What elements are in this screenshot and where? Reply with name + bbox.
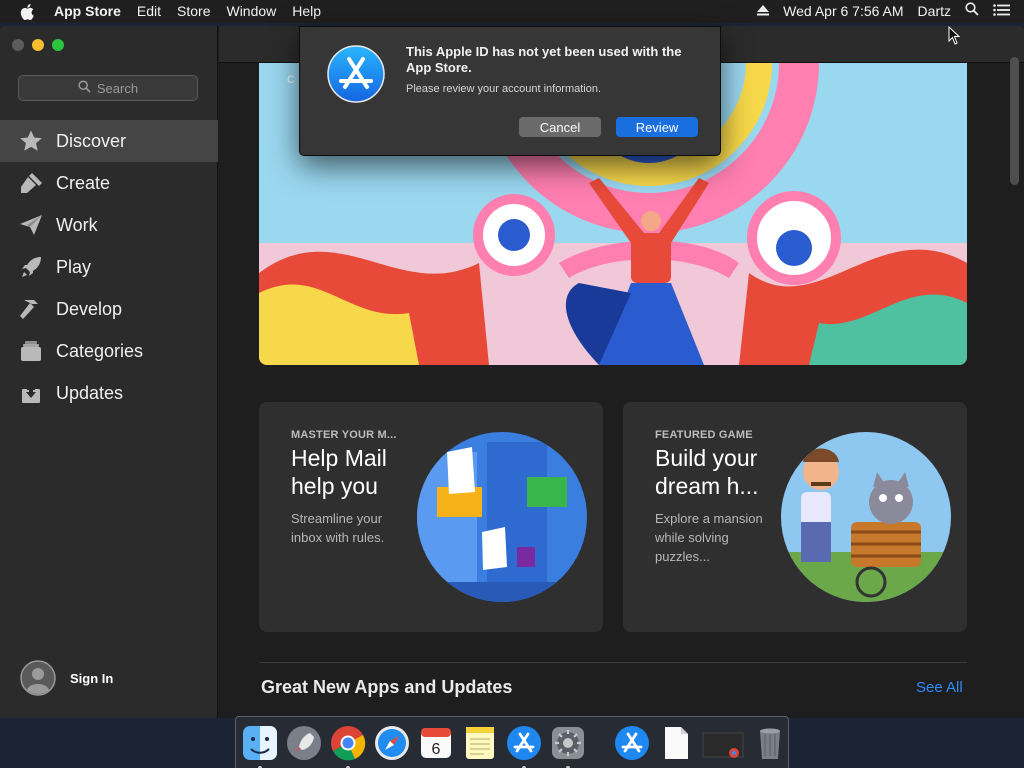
game-artwork xyxy=(781,432,951,602)
sidebar-item-label: Create xyxy=(56,172,111,193)
menu-window[interactable]: Window xyxy=(218,0,284,23)
sidebar-item-create[interactable]: Create xyxy=(0,162,218,204)
sidebar-item-label: Updates xyxy=(56,382,124,403)
apple-id-dialog: This Apple ID has not yet been used with… xyxy=(299,26,721,156)
close-window-button[interactable] xyxy=(12,39,24,51)
mouse-cursor xyxy=(948,25,961,46)
menu-help[interactable]: Help xyxy=(284,0,329,23)
app-store-icon xyxy=(327,45,385,103)
window-controls xyxy=(12,39,64,51)
app-store-download-icon[interactable] xyxy=(614,725,650,761)
rocket-icon xyxy=(18,254,44,280)
card-eyebrow: FEATURED GAME xyxy=(655,429,753,441)
sidebar-item-label: Work xyxy=(56,214,98,235)
dock: 6 xyxy=(235,716,789,768)
sidebar: Search Discover Create Work Play Develop… xyxy=(0,26,218,718)
sign-in-button[interactable]: Sign In xyxy=(20,660,113,696)
svg-text:C: C xyxy=(287,74,295,86)
dialog-message: Please review your account information. xyxy=(406,83,602,95)
sidebar-item-label: Play xyxy=(56,256,92,277)
spotlight-search-icon[interactable] xyxy=(965,0,979,23)
sidebar-nav: Discover Create Work Play Develop Catego… xyxy=(0,120,218,414)
paper-plane-icon xyxy=(18,212,44,238)
menubar-datetime[interactable]: Wed Apr 6 7:56 AM xyxy=(783,0,903,23)
svg-text:6: 6 xyxy=(432,741,441,758)
menubar-user[interactable]: Dartz xyxy=(918,0,951,23)
search-input[interactable]: Search xyxy=(18,75,198,101)
brush-icon xyxy=(18,170,44,196)
sidebar-item-play[interactable]: Play xyxy=(0,246,218,288)
document-icon[interactable] xyxy=(658,725,694,761)
section-title: Great New Apps and Updates xyxy=(261,677,513,697)
download-icon xyxy=(18,380,44,406)
menu-app-name[interactable]: App Store xyxy=(54,0,129,23)
menu-edit[interactable]: Edit xyxy=(129,0,169,23)
hammer-icon xyxy=(18,296,44,322)
sidebar-item-discover[interactable]: Discover xyxy=(0,120,218,162)
trash-icon[interactable] xyxy=(752,725,788,761)
chrome-window-thumbnail-icon[interactable] xyxy=(702,725,744,761)
app-store-dock-icon[interactable] xyxy=(506,725,542,768)
scrollbar-thumb[interactable] xyxy=(1010,57,1019,185)
see-all-link[interactable]: See All xyxy=(916,679,963,696)
sidebar-item-categories[interactable]: Categories xyxy=(0,330,218,372)
search-placeholder: Search xyxy=(96,80,139,96)
menu-bar: App Store Edit Store Window Help Wed Apr… xyxy=(0,0,1024,23)
notes-icon[interactable] xyxy=(462,725,498,761)
sign-in-label: Sign In xyxy=(70,670,114,686)
minimize-window-button[interactable] xyxy=(32,39,44,51)
feature-card-mail[interactable]: MASTER YOUR M... Help Mail help you Stre… xyxy=(259,402,603,632)
finder-icon[interactable] xyxy=(242,725,278,768)
sidebar-item-label: Develop xyxy=(56,298,123,319)
sidebar-item-work[interactable]: Work xyxy=(0,204,218,246)
sidebar-item-updates[interactable]: Updates xyxy=(0,372,218,414)
mail-artwork xyxy=(417,432,587,602)
dialog-heading: This Apple ID has not yet been used with… xyxy=(406,44,682,75)
search-icon xyxy=(78,80,91,96)
safari-icon[interactable] xyxy=(374,725,410,761)
section-divider xyxy=(259,662,967,663)
calendar-icon[interactable]: 6 xyxy=(418,725,454,761)
eject-icon[interactable] xyxy=(757,0,770,23)
card-eyebrow: MASTER YOUR M... xyxy=(291,429,397,441)
main-content: C MASTER YOUR M... Help Mail help you St… xyxy=(219,63,1014,718)
sidebar-item-label: Discover xyxy=(56,130,127,151)
feature-card-game[interactable]: FEATURED GAME Build your dream h... Expl… xyxy=(623,402,967,632)
review-button[interactable]: Review xyxy=(616,117,698,137)
system-preferences-icon[interactable] xyxy=(550,725,586,768)
notification-center-icon[interactable] xyxy=(993,0,1010,23)
sidebar-item-label: Categories xyxy=(56,340,144,361)
star-icon xyxy=(18,128,44,154)
sidebar-item-develop[interactable]: Develop xyxy=(0,288,218,330)
card-description: Streamline your inbox with rules. xyxy=(291,511,385,545)
apple-menu-icon[interactable] xyxy=(0,3,54,20)
card-title: Build your dream h... xyxy=(655,445,759,499)
menu-store[interactable]: Store xyxy=(169,0,218,23)
cancel-button[interactable]: Cancel xyxy=(519,117,601,137)
avatar-icon xyxy=(20,660,56,696)
stack-icon xyxy=(18,338,44,364)
zoom-window-button[interactable] xyxy=(52,39,64,51)
card-title: Help Mail help you xyxy=(291,445,387,499)
launchpad-icon[interactable] xyxy=(286,725,322,761)
chrome-icon[interactable] xyxy=(330,725,366,768)
card-description: Explore a mansion while solving puzzles.… xyxy=(655,511,763,564)
